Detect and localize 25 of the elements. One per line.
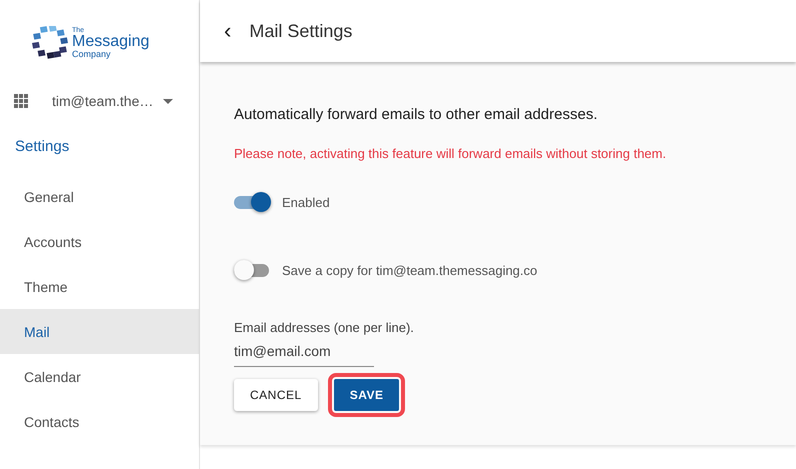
cancel-button[interactable]: CANCEL — [234, 379, 318, 411]
toggle-label: Save a copy for tim@team.themessaging.co — [282, 262, 538, 278]
logo-text: Company — [72, 50, 111, 59]
save-button[interactable]: SAVE — [334, 379, 400, 411]
toggle-label: Enabled — [282, 194, 330, 210]
sidebar-item[interactable]: Theme — [0, 264, 199, 309]
apps-grid-icon[interactable] — [14, 94, 28, 108]
sidebar-item[interactable]: General — [0, 174, 199, 219]
account-selector[interactable]: tim@team.the… — [52, 93, 154, 109]
sidebar-item[interactable]: Contacts — [0, 399, 199, 444]
field-label: Email addresses (one per line). — [234, 320, 415, 335]
sidebar-heading: Settings — [14, 137, 70, 157]
section-heading: Automatically forward emails to other email addresses. — [234, 106, 598, 123]
sidebar-item[interactable]: Accounts — [0, 219, 199, 264]
toggle-switch[interactable] — [234, 260, 270, 280]
email-input-field[interactable]: tim@email.com — [234, 341, 374, 367]
sidebar-item[interactable]: Calendar — [0, 354, 199, 399]
logo-text: Messaging — [72, 34, 150, 50]
warning-text: Please note, activating this feature will forward emails without storing them. — [234, 146, 668, 161]
page-title: Mail Settings — [249, 20, 352, 42]
logo-icon — [32, 26, 68, 60]
caret-icon[interactable] — [163, 98, 174, 104]
toggle-switch[interactable] — [234, 192, 270, 212]
back-button[interactable]: ‹ — [220, 18, 236, 44]
sidebar-item[interactable]: Mail — [0, 309, 199, 354]
